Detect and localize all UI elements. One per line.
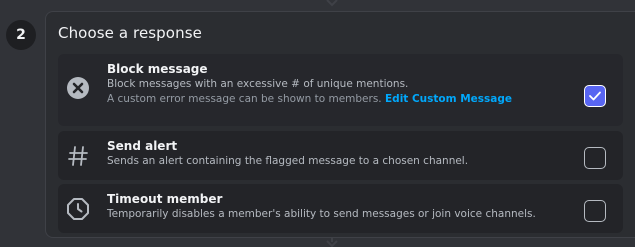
option-description: Block messages with an excessive # of un… <box>107 78 409 90</box>
option-timeout-member[interactable]: Timeout member Temporarily disables a me… <box>58 184 623 233</box>
block-message-checkbox[interactable] <box>584 85 606 107</box>
option-send-alert[interactable]: Send alert Sends an alert containing the… <box>58 131 623 180</box>
custom-error-note: A custom error message can be shown to m… <box>107 93 382 105</box>
option-text: Timeout member Temporarily disables a me… <box>107 192 563 222</box>
timeout-member-checkbox[interactable] <box>584 200 606 222</box>
send-alert-checkbox[interactable] <box>584 147 606 169</box>
option-sub-description: A custom error message can be shown to m… <box>107 92 563 107</box>
option-text: Send alert Sends an alert containing the… <box>107 139 563 169</box>
edit-custom-message-link[interactable]: Edit Custom Message <box>385 93 512 105</box>
option-block-message[interactable]: Block message Block messages with an exc… <box>58 54 623 126</box>
option-description: Sends an alert containing the flagged me… <box>107 155 469 167</box>
automod-response-page: 2 Choose a response Block message Block … <box>0 0 635 247</box>
hashtag-icon <box>68 146 88 166</box>
x-circle-icon <box>67 77 89 99</box>
checkmark-icon <box>589 91 601 101</box>
option-text: Block message Block messages with an exc… <box>107 62 563 107</box>
panel-title: Choose a response <box>58 24 202 42</box>
clock-octagon-icon <box>67 198 89 220</box>
option-name: Send alert <box>107 139 178 153</box>
option-name: Timeout member <box>107 192 223 206</box>
option-description: Temporarily disables a member's ability … <box>107 208 536 220</box>
step-number-badge: 2 <box>6 20 36 50</box>
option-name: Block message <box>107 62 208 76</box>
flow-connector-bottom-icon <box>326 238 338 247</box>
choose-response-panel: Choose a response Block message Block me… <box>45 11 635 238</box>
flow-connector-top-icon <box>326 0 338 7</box>
